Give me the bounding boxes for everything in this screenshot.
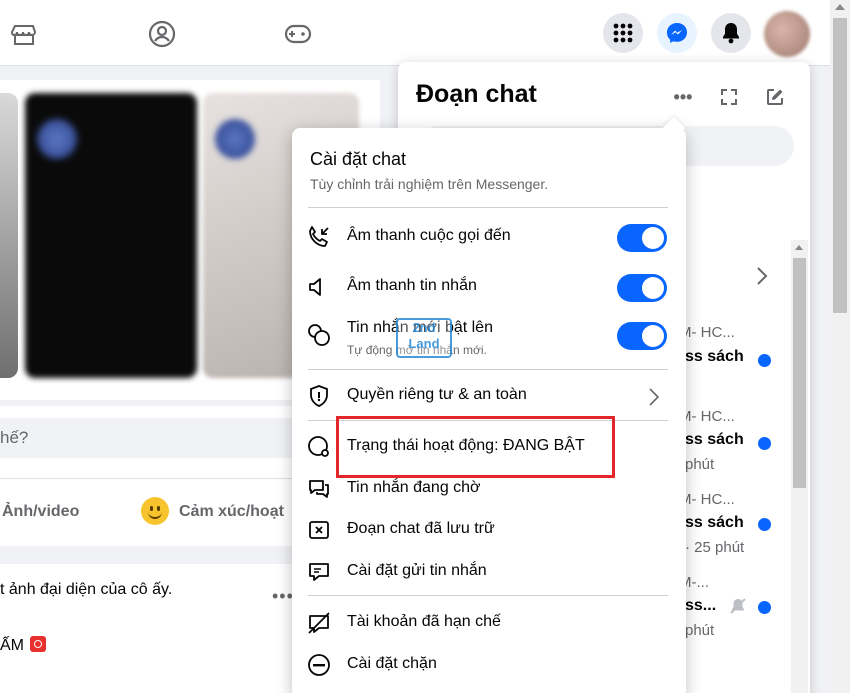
restricted-accounts-icon (306, 610, 332, 636)
unread-dot (758, 601, 771, 614)
page-scrollbar-thumb[interactable] (833, 18, 847, 313)
chat-row-time: phút (685, 456, 715, 473)
restricted-accounts-item[interactable]: Tài khoản đã hạn chế (306, 602, 672, 642)
message-sound-label: Âm thanh tin nhắn (347, 277, 477, 294)
groups-icon[interactable] (142, 14, 182, 54)
profile-avatar[interactable] (764, 11, 810, 57)
incoming-call-sound-item[interactable]: Âm thanh cuộc gọi đến (306, 216, 672, 256)
message-requests-icon (306, 476, 332, 502)
chat-row-time: phút (685, 622, 715, 639)
message-delivery-settings-item[interactable]: Cài đặt gửi tin nhắn (306, 551, 672, 591)
chat-row-message[interactable]: ss sách (685, 514, 744, 532)
new-message-icon[interactable] (762, 84, 788, 110)
chat-row-name[interactable]: M- HC... (679, 408, 735, 425)
grid-icon (613, 23, 633, 43)
archived-chats-label: Đoạn chat đã lưu trữ (347, 520, 495, 537)
gaming-icon[interactable] (278, 14, 318, 54)
post-line-text: ẤM (0, 637, 24, 654)
messenger-button[interactable] (657, 13, 697, 53)
menu-button[interactable] (603, 13, 643, 53)
red-badge-icon (30, 636, 46, 652)
chevron-right-icon[interactable] (756, 266, 768, 291)
incoming-call-sound-label: Âm thanh cuộc gọi đến (347, 227, 511, 244)
settings-subtitle: Tùy chỉnh trải nghiệm trên Messenger. (310, 176, 549, 192)
top-navigation-bar (0, 0, 830, 66)
chat-settings-menu: Cài đặt chat Tùy chỉnh trải nghiệm trên … (292, 128, 686, 693)
photo-video-button[interactable]: Ảnh/video (2, 503, 79, 521)
page-scrollbar[interactable] (830, 0, 850, 693)
privacy-safety-item[interactable]: Quyền riêng tư & an toàn (306, 375, 672, 415)
message-delivery-settings-label: Cài đặt gửi tin nhắn (347, 562, 487, 579)
highlight-box (336, 416, 615, 478)
chat-list-scrollbar[interactable] (791, 240, 808, 693)
bell-icon (723, 23, 739, 44)
divider (308, 207, 668, 208)
chat-row-message[interactable]: ss sách (685, 431, 744, 449)
more-options-icon[interactable]: ••• (670, 84, 696, 110)
block-icon (306, 652, 332, 678)
scroll-up-arrow-icon[interactable] (835, 4, 845, 10)
notifications-button[interactable] (711, 13, 751, 53)
new-message-popup-item[interactable]: Tin nhắn mới bật lên Tự động mở tin nhắn… (306, 312, 672, 357)
chat-row-name[interactable]: M- HC... (679, 491, 735, 508)
chevron-right-icon (649, 388, 660, 411)
shield-icon (306, 383, 332, 409)
block-settings-label: Cài đặt chặn (347, 655, 437, 672)
message-popup-icon (306, 322, 332, 348)
archived-chats-item[interactable]: Đoạn chat đã lưu trữ (306, 509, 672, 549)
story-card[interactable] (0, 93, 18, 378)
marketplace-icon[interactable] (4, 14, 44, 54)
message-delivery-icon (306, 559, 332, 585)
story-card[interactable] (25, 93, 197, 378)
chat-row-message[interactable]: ss... (685, 597, 716, 615)
expand-icon[interactable] (716, 84, 742, 110)
muted-bell-icon (729, 597, 747, 620)
message-requests-label: Tin nhắn đang chờ (347, 479, 481, 496)
incoming-call-sound-toggle[interactable] (617, 224, 667, 252)
chat-row-message[interactable]: ss sách (685, 348, 744, 366)
archive-box-icon (306, 517, 332, 543)
divider (308, 595, 668, 596)
active-status-icon (306, 434, 332, 460)
feeling-activity-button[interactable]: Cảm xúc/hoạt (179, 503, 284, 521)
chat-row-time: · 25 phút (685, 539, 745, 556)
chat-panel-title: Đoạn chat (416, 80, 537, 108)
restricted-accounts-label: Tài khoản đã hạn chế (347, 613, 501, 630)
post-text: t ảnh đại diện của cô ấy. (0, 581, 173, 598)
scroll-up-arrow-icon[interactable] (795, 245, 803, 250)
chat-row-name[interactable]: M- HC... (679, 324, 735, 341)
settings-title: Cài đặt chat (310, 149, 407, 169)
block-settings-item[interactable]: Cài đặt chặn (306, 644, 672, 684)
post-line: ẤM (0, 636, 46, 655)
unread-dot (758, 518, 771, 531)
unread-dot (758, 354, 771, 367)
message-sound-toggle[interactable] (617, 274, 667, 302)
watermark-logo: 2nd Land (396, 318, 452, 358)
message-sound-item[interactable]: Âm thanh tin nhắn (306, 266, 672, 306)
speaker-icon (306, 274, 332, 300)
new-message-popup-toggle[interactable] (617, 322, 667, 350)
feeling-emoji-icon (141, 497, 169, 525)
privacy-safety-label: Quyền riêng tư & an toàn (347, 386, 527, 403)
phone-incoming-icon (306, 224, 332, 250)
unread-dot (758, 437, 771, 450)
messenger-icon (667, 23, 687, 43)
post-options-icon[interactable]: ••• (272, 586, 294, 607)
chat-list-scrollbar-thumb[interactable] (793, 258, 806, 488)
divider (308, 369, 668, 370)
